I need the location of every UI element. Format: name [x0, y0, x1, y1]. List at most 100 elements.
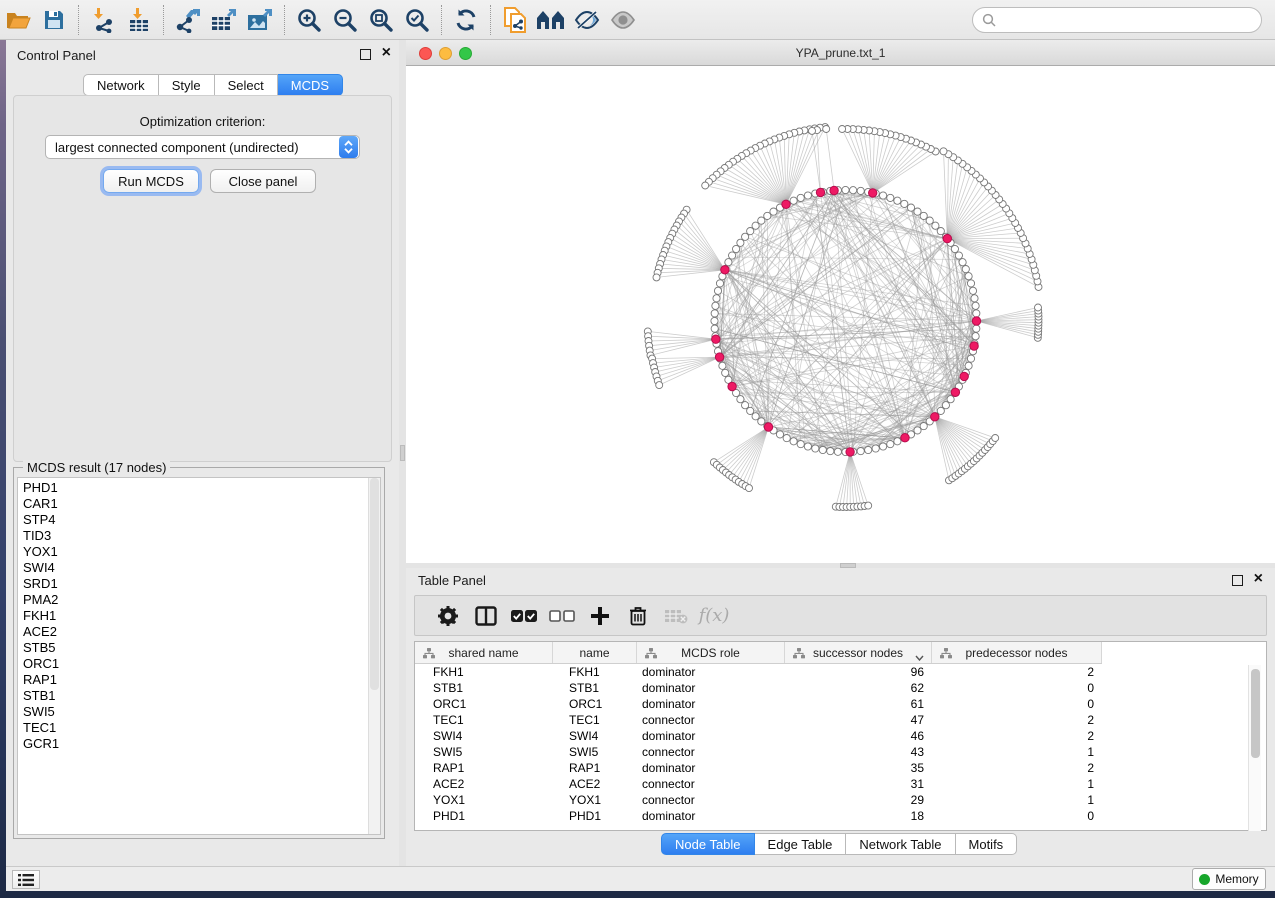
- column-header-name[interactable]: name: [553, 642, 637, 663]
- mcds-result-item[interactable]: RAP1: [18, 672, 380, 688]
- network-titlebar[interactable]: YPA_prune.txt_1: [406, 40, 1275, 66]
- tab-select[interactable]: Select: [215, 74, 278, 96]
- mcds-result-item[interactable]: STB1: [18, 688, 380, 704]
- zoom-selected-button[interactable]: [399, 4, 435, 36]
- function-builder-button[interactable]: f(x): [695, 601, 733, 631]
- hide-selected-button[interactable]: [569, 4, 605, 36]
- tab-style[interactable]: Style: [159, 74, 215, 96]
- mcds-result-item[interactable]: PHD1: [18, 480, 380, 496]
- mcds-result-item[interactable]: STB5: [18, 640, 380, 656]
- column-header-predecessor-nodes[interactable]: predecessor nodes: [932, 642, 1102, 663]
- search-box[interactable]: [972, 7, 1262, 33]
- table-row[interactable]: FKH1FKH1dominator962: [415, 664, 1266, 680]
- import-table-button[interactable]: [121, 4, 157, 36]
- tab-mcds[interactable]: MCDS: [278, 74, 343, 96]
- tab-edge-table[interactable]: Edge Table: [755, 833, 847, 855]
- first-neighbors-button[interactable]: [533, 4, 569, 36]
- column-header-shared-name[interactable]: shared name: [415, 642, 553, 663]
- mcds-result-item[interactable]: CAR1: [18, 496, 380, 512]
- mcds-result-item[interactable]: SWI4: [18, 560, 380, 576]
- table-cell: PHD1: [553, 808, 637, 824]
- show-all-button[interactable]: [605, 4, 641, 36]
- mcds-result-item[interactable]: SRD1: [18, 576, 380, 592]
- hierarchy-icon: [645, 648, 657, 662]
- table-cell: ACE2: [553, 776, 637, 792]
- export-table-button[interactable]: [206, 4, 242, 36]
- table-row[interactable]: TEC1TEC1connector472: [415, 712, 1266, 728]
- refresh-view-button[interactable]: [448, 4, 484, 36]
- select-all-button[interactable]: [505, 601, 543, 631]
- table-options-button[interactable]: [429, 601, 467, 631]
- table-row[interactable]: SWI5SWI5connector431: [415, 744, 1266, 760]
- table-row[interactable]: SWI4SWI4dominator462: [415, 728, 1266, 744]
- column-header-successor-nodes[interactable]: successor nodes: [785, 642, 932, 663]
- vertical-splitter[interactable]: [399, 40, 406, 866]
- search-input[interactable]: [1001, 10, 1261, 30]
- close-panel-button[interactable]: Close panel: [210, 169, 316, 193]
- export-image-button[interactable]: [242, 4, 278, 36]
- network-graph[interactable]: [406, 66, 1275, 563]
- table-cell: SWI5: [553, 744, 637, 760]
- task-history-button[interactable]: [12, 870, 40, 889]
- tab-network-table[interactable]: Network Table: [846, 833, 955, 855]
- tab-network[interactable]: Network: [83, 74, 159, 96]
- table-cell: 43: [785, 744, 932, 760]
- tab-motifs[interactable]: Motifs: [956, 833, 1018, 855]
- table-scrollbar[interactable]: [1248, 665, 1261, 831]
- mcds-result-item[interactable]: ORC1: [18, 656, 380, 672]
- mcds-result-item[interactable]: FKH1: [18, 608, 380, 624]
- table-row[interactable]: ACE2ACE2connector311: [415, 776, 1266, 792]
- export-network-button[interactable]: [170, 4, 206, 36]
- memory-label: Memory: [1215, 872, 1258, 886]
- close-panel-icon[interactable]: ×: [382, 43, 391, 63]
- clone-network-button[interactable]: [497, 4, 533, 36]
- open-file-button[interactable]: [0, 4, 36, 36]
- save-session-button[interactable]: [36, 4, 72, 36]
- mcds-result-item[interactable]: GCR1: [18, 736, 380, 752]
- mcds-result-item[interactable]: SWI5: [18, 704, 380, 720]
- table-toolbar: f(x): [414, 595, 1267, 636]
- float-panel-icon[interactable]: [1232, 575, 1243, 586]
- control-panel-tabs: NetworkStyleSelectMCDS: [83, 74, 343, 96]
- mcds-result-item[interactable]: TEC1: [18, 720, 380, 736]
- zoom-in-button[interactable]: [291, 4, 327, 36]
- import-network-button[interactable]: [85, 4, 121, 36]
- table-cell: dominator: [637, 696, 785, 712]
- table-cell: STB1: [415, 680, 553, 696]
- float-panel-icon[interactable]: [360, 49, 371, 60]
- mcds-result-item[interactable]: TID3: [18, 528, 380, 544]
- table-row[interactable]: STB1STB1dominator620: [415, 680, 1266, 696]
- status-bar: Memory: [6, 866, 1275, 891]
- zoom-fit-button[interactable]: [363, 4, 399, 36]
- mcds-list-scrollbar[interactable]: [368, 478, 380, 834]
- show-columns-button[interactable]: [467, 601, 505, 631]
- close-panel-icon[interactable]: ×: [1254, 569, 1263, 589]
- table-scroll-thumb[interactable]: [1251, 669, 1260, 758]
- table-row[interactable]: PHD1PHD1dominator180: [415, 808, 1266, 824]
- table-row[interactable]: YOX1YOX1connector291: [415, 792, 1266, 808]
- mcds-result-item[interactable]: ACE2: [18, 624, 380, 640]
- memory-button[interactable]: Memory: [1192, 868, 1266, 890]
- table-panel-title: Table Panel: [418, 573, 486, 588]
- column-label: predecessor nodes: [965, 646, 1067, 660]
- mcds-result-list[interactable]: PHD1CAR1STP4TID3YOX1SWI4SRD1PMA2FKH1ACE2…: [17, 477, 381, 835]
- column-header-MCDS-role[interactable]: MCDS role: [637, 642, 785, 663]
- mcds-list-scroll-thumb[interactable]: [370, 478, 379, 690]
- table-cell: FKH1: [415, 664, 553, 680]
- delete-button[interactable]: [619, 601, 657, 631]
- optimization-criterion-select[interactable]: largest connected component (undirected): [45, 135, 360, 159]
- mcds-result-item[interactable]: PMA2: [18, 592, 380, 608]
- table-row[interactable]: ORC1ORC1dominator610: [415, 696, 1266, 712]
- table-row[interactable]: RAP1RAP1dominator352: [415, 760, 1266, 776]
- table-cell: connector: [637, 712, 785, 728]
- splitter-handle[interactable]: [400, 445, 405, 461]
- table-header-row: shared namenameMCDS rolesuccessor nodes p…: [415, 642, 1102, 664]
- deselect-all-button[interactable]: [543, 601, 581, 631]
- add-button[interactable]: [581, 601, 619, 631]
- mcds-result-item[interactable]: YOX1: [18, 544, 380, 560]
- mcds-result-item[interactable]: STP4: [18, 512, 380, 528]
- tab-node-table[interactable]: Node Table: [661, 833, 755, 855]
- delete-table-button[interactable]: [657, 601, 695, 631]
- run-mcds-button[interactable]: Run MCDS: [103, 169, 199, 193]
- zoom-out-button[interactable]: [327, 4, 363, 36]
